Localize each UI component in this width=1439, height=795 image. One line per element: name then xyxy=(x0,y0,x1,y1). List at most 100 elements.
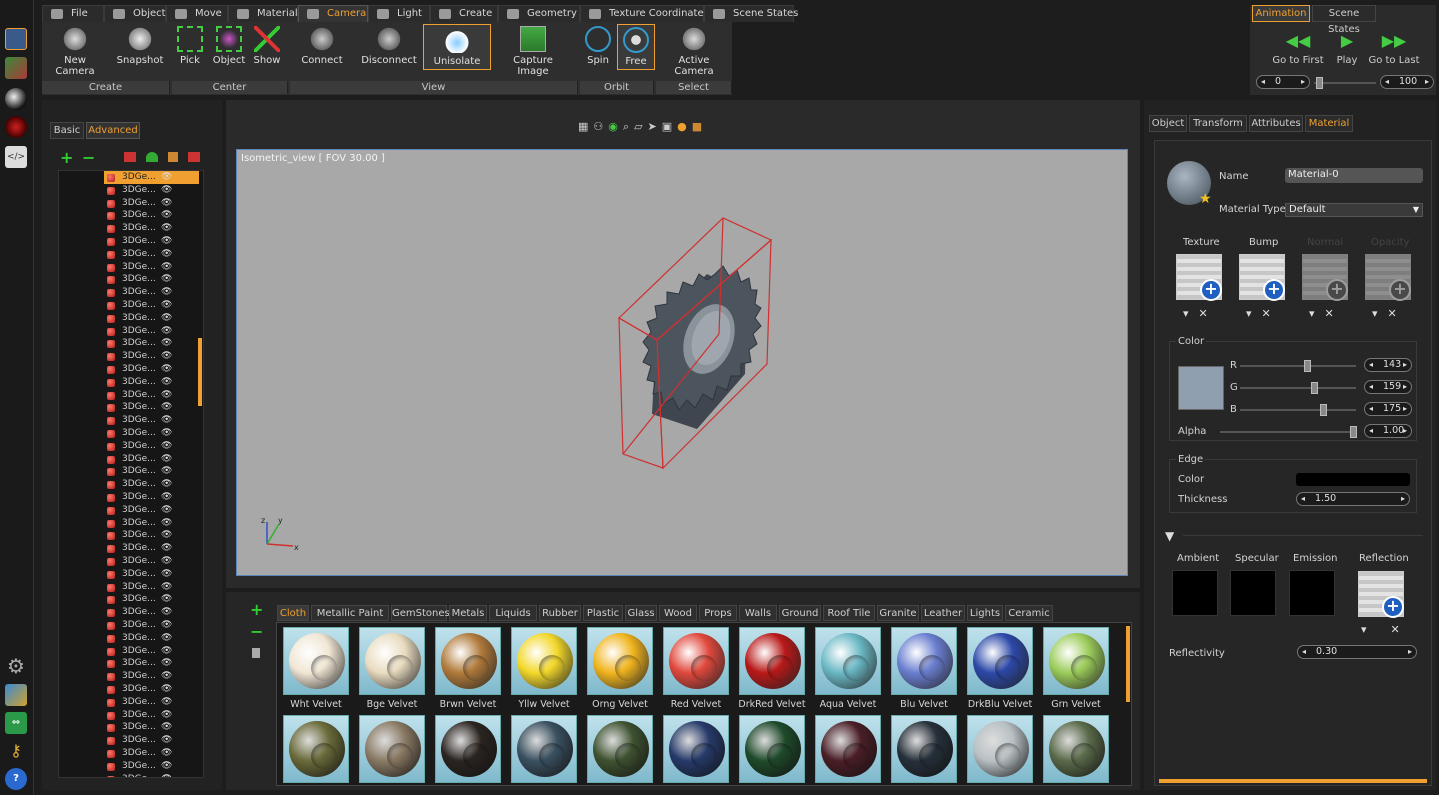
visibility-eye-icon[interactable]: 👁 xyxy=(161,619,172,632)
visibility-eye-icon[interactable]: 👁 xyxy=(161,491,172,504)
material-swatch[interactable] xyxy=(1043,715,1109,783)
tab-file[interactable]: File xyxy=(42,5,104,22)
normal-clear-icon[interactable]: ✕ xyxy=(1325,307,1344,320)
blue-slider[interactable] xyxy=(1240,404,1356,416)
tree-item[interactable]: 3DGe... 👁 xyxy=(104,593,199,606)
tree-item[interactable]: 3DGe... 👁 xyxy=(104,337,199,350)
tab-create[interactable]: Create xyxy=(430,5,498,22)
visibility-eye-icon[interactable]: 👁 xyxy=(161,350,172,363)
material-tab[interactable]: Leather xyxy=(921,605,965,621)
tree-item[interactable]: 3DGe... 👁 xyxy=(104,721,199,734)
material-tab[interactable]: Wood xyxy=(659,605,697,621)
texture-clear-icon[interactable]: ✕ xyxy=(1199,307,1218,320)
tree-item[interactable]: 3DGe... 👁 xyxy=(104,273,199,286)
group-icon[interactable] xyxy=(124,152,136,162)
scene-tool-icon[interactable] xyxy=(5,28,27,50)
visibility-eye-icon[interactable]: 👁 xyxy=(161,517,172,530)
tree-item[interactable]: 3DGe... 👁 xyxy=(104,209,199,222)
sphere-tool-icon[interactable] xyxy=(5,88,27,110)
tab-advanced[interactable]: Advanced xyxy=(86,122,140,139)
ungroup-icon[interactable] xyxy=(146,152,158,162)
material-type-select[interactable]: Default ▼ xyxy=(1285,203,1423,217)
material-swatch[interactable] xyxy=(815,715,881,783)
red-slider[interactable] xyxy=(1240,360,1356,372)
free-orbit-button[interactable]: Free xyxy=(617,24,655,70)
tree-item[interactable]: 3DGe... 👁 xyxy=(104,184,199,197)
tree-item[interactable]: 3DGe... 👁 xyxy=(104,325,199,338)
key-icon[interactable]: ⚷ xyxy=(5,740,27,762)
tree-item[interactable]: 3DGe... 👁 xyxy=(104,696,199,709)
select-arrow-icon[interactable]: ➤ xyxy=(648,120,662,133)
green-slider-knob[interactable] xyxy=(1311,382,1318,394)
tab-props-material[interactable]: Material xyxy=(1305,115,1353,132)
tree-item[interactable]: 3DGe... 👁 xyxy=(104,299,199,312)
visibility-eye-icon[interactable]: 👁 xyxy=(161,721,172,734)
tree-item[interactable]: 3DGe... 👁 xyxy=(104,363,199,376)
material-swatch[interactable] xyxy=(967,627,1033,695)
visibility-eye-icon[interactable]: 👁 xyxy=(161,696,172,709)
green-slider[interactable] xyxy=(1240,382,1356,394)
tree-item[interactable]: 3DGe... 👁 xyxy=(104,350,199,363)
tree-item[interactable]: 3DGe... 👁 xyxy=(104,401,199,414)
script-tool-icon[interactable]: </> xyxy=(5,146,27,168)
tab-texture-coordinates[interactable]: Texture Coordinates xyxy=(580,5,709,22)
play-button[interactable]: ▶ Play xyxy=(1332,33,1362,67)
tree-item[interactable]: 3DGe... 👁 xyxy=(104,760,199,773)
delete-material-icon[interactable] xyxy=(252,648,260,658)
go-last-button[interactable]: ▶▶ Go to Last xyxy=(1366,33,1422,67)
material-tab[interactable]: Metallic Paint xyxy=(311,605,389,621)
material-swatch[interactable] xyxy=(587,715,653,783)
tree-item[interactable]: 3DGe... 👁 xyxy=(104,683,199,696)
visibility-eye-icon[interactable]: 👁 xyxy=(161,273,172,286)
visibility-eye-icon[interactable]: 👁 xyxy=(161,465,172,478)
tree-item[interactable]: 3DGe... 👁 xyxy=(104,235,199,248)
material-tab[interactable]: GemStones xyxy=(391,605,450,621)
red-slider-knob[interactable] xyxy=(1304,360,1311,372)
connect-button[interactable]: Connect xyxy=(297,24,347,70)
zoom-icon[interactable]: ⌕ xyxy=(623,120,634,133)
tab-props-attributes[interactable]: Attributes xyxy=(1249,115,1303,132)
capture-image-button[interactable]: Capture Image xyxy=(498,24,568,77)
plane-icon[interactable]: ▱ xyxy=(634,120,647,133)
visibility-eye-icon[interactable]: 👁 xyxy=(161,683,172,696)
render-box-icon[interactable]: ■ xyxy=(692,120,707,133)
visibility-eye-icon[interactable]: 👁 xyxy=(161,670,172,683)
tree-item[interactable]: 3DGe... 👁 xyxy=(104,747,199,760)
visibility-eye-icon[interactable]: 👁 xyxy=(161,248,172,261)
record-tool-icon[interactable] xyxy=(5,116,27,138)
material-swatch[interactable] xyxy=(815,627,881,695)
visibility-eye-icon[interactable]: 👁 xyxy=(161,453,172,466)
new-camera-button[interactable]: New Camera xyxy=(44,24,106,77)
visibility-eye-icon[interactable]: 👁 xyxy=(161,747,172,760)
material-scrollbar[interactable] xyxy=(1126,626,1130,702)
material-tab[interactable]: Liquids xyxy=(489,605,537,621)
tree-item[interactable]: 3DGe... 👁 xyxy=(104,632,199,645)
material-swatch[interactable] xyxy=(663,627,729,695)
explode-icon[interactable] xyxy=(188,152,200,162)
tree-scrollbar[interactable] xyxy=(198,338,202,406)
material-swatch[interactable] xyxy=(435,715,501,783)
visibility-eye-icon[interactable]: 👁 xyxy=(161,197,172,210)
material-tab[interactable]: Plastic xyxy=(583,605,623,621)
unisolate-button[interactable]: Unisolate xyxy=(423,24,491,70)
material-swatch[interactable] xyxy=(283,627,349,695)
tree-item[interactable]: 3DGe... 👁 xyxy=(104,440,199,453)
material-swatch[interactable] xyxy=(359,715,425,783)
snapshot-button[interactable]: Snapshot xyxy=(112,24,168,70)
visibility-eye-icon[interactable]: 👁 xyxy=(161,773,172,777)
specular-color-swatch[interactable] xyxy=(1230,570,1276,616)
material-tab[interactable]: Ceramic xyxy=(1005,605,1053,621)
visibility-eye-icon[interactable]: 👁 xyxy=(161,760,172,773)
opacity-clear-icon[interactable]: ✕ xyxy=(1388,307,1407,320)
transfer-tool-icon[interactable]: ⇔ xyxy=(5,712,27,734)
visibility-eye-icon[interactable]: 👁 xyxy=(161,427,172,440)
tab-props-object[interactable]: Object xyxy=(1149,115,1187,132)
navigate-tool-icon[interactable]: ▦ xyxy=(578,120,593,133)
tree-item[interactable]: 3DGe... 👁 xyxy=(104,670,199,683)
merge-icon[interactable] xyxy=(168,152,178,162)
spin-button[interactable]: Spin xyxy=(582,24,614,70)
tree-item[interactable]: 3DGe... 👁 xyxy=(104,491,199,504)
tab-props-transform[interactable]: Transform xyxy=(1189,115,1247,132)
light-bulb-icon[interactable]: ● xyxy=(677,120,692,133)
tree-item[interactable]: 3DGe... 👁 xyxy=(104,248,199,261)
